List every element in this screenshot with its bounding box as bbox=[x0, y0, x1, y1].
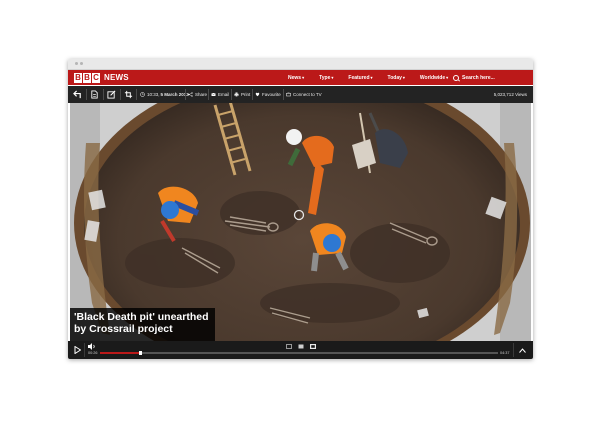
logo-section: NEWS bbox=[104, 73, 129, 82]
favourite-button[interactable]: Favourite bbox=[255, 86, 281, 103]
play-button[interactable] bbox=[70, 343, 85, 357]
timestamp-time: 10:33, bbox=[147, 92, 160, 97]
progress-bar[interactable] bbox=[100, 351, 498, 355]
menu-item-label: Today bbox=[387, 74, 402, 81]
browser-window: B B C NEWS News▾ Type▾ Featured▾ Today▾ … bbox=[68, 59, 533, 359]
email-label: Email bbox=[218, 92, 230, 97]
view-count: 5,023,712 Views bbox=[493, 92, 527, 97]
video-caption: 'Black Death pit' unearthed by Crossrail… bbox=[70, 308, 215, 343]
connect-tv-label: Connect to TV bbox=[293, 92, 322, 97]
print-button[interactable]: Print bbox=[234, 86, 250, 103]
print-label: Print bbox=[241, 92, 251, 97]
menu-item-label: Worldwide bbox=[419, 74, 446, 81]
menu-item-featured[interactable]: Featured▾ bbox=[348, 75, 372, 81]
menu-item-news[interactable]: News▾ bbox=[288, 75, 304, 81]
chevron-down-icon: ▾ bbox=[302, 74, 305, 80]
chevron-down-icon: ▾ bbox=[402, 74, 405, 80]
progress-handle[interactable] bbox=[138, 351, 142, 355]
progress-fill bbox=[100, 352, 140, 354]
tv-icon bbox=[286, 92, 291, 97]
heart-icon bbox=[255, 92, 260, 97]
edit-icon bbox=[107, 90, 116, 99]
back-arrow-icon bbox=[73, 90, 81, 99]
menu-item-worldwide[interactable]: Worldwide▾ bbox=[420, 75, 448, 81]
article-timestamp: 10:33, 5 March 2013 bbox=[140, 86, 189, 103]
bbc-news-logo[interactable]: B B C NEWS bbox=[74, 72, 129, 83]
clock-icon bbox=[140, 92, 145, 97]
logo-letter: B bbox=[83, 72, 91, 83]
search-label: Search here... bbox=[462, 74, 495, 81]
document-button[interactable] bbox=[88, 88, 101, 101]
share-button[interactable]: Share bbox=[188, 86, 207, 103]
back-button[interactable] bbox=[71, 88, 84, 101]
search-button[interactable]: Search here... bbox=[453, 70, 495, 85]
window-titlebar bbox=[68, 59, 533, 70]
fullscreen-icon[interactable] bbox=[310, 344, 316, 349]
document-icon bbox=[91, 90, 98, 99]
chevron-up-icon bbox=[518, 347, 526, 353]
menu-item-type[interactable]: Type▾ bbox=[319, 75, 333, 81]
settings-icon[interactable] bbox=[298, 344, 304, 349]
site-header: B B C NEWS News▾ Type▾ Featured▾ Today▾ … bbox=[68, 70, 533, 85]
menu-item-today[interactable]: Today▾ bbox=[388, 75, 405, 81]
window-dot-icon[interactable] bbox=[80, 62, 83, 65]
email-icon bbox=[211, 92, 216, 96]
connect-tv-button[interactable]: Connect to TV bbox=[286, 86, 322, 103]
menu-item-label: Type bbox=[319, 74, 331, 81]
share-label: Share bbox=[195, 92, 208, 97]
menu-item-label: Featured bbox=[348, 74, 370, 81]
main-menu: News▾ Type▾ Featured▾ Today▾ Worldwide▾ bbox=[288, 70, 463, 85]
video-controls: 00:26 04:37 bbox=[68, 341, 533, 359]
share-icon bbox=[188, 92, 193, 97]
logo-letter: B bbox=[74, 72, 82, 83]
chevron-down-icon: ▾ bbox=[331, 74, 334, 80]
elapsed-time: 00:26 bbox=[88, 351, 98, 355]
email-button[interactable]: Email bbox=[211, 86, 229, 103]
window-dot-icon[interactable] bbox=[75, 62, 78, 65]
menu-item-label: News bbox=[288, 74, 302, 81]
volume-icon[interactable] bbox=[88, 343, 96, 350]
chevron-down-icon: ▾ bbox=[370, 74, 373, 80]
favourite-label: Favourite bbox=[262, 92, 281, 97]
chevron-down-icon: ▾ bbox=[446, 74, 449, 80]
excavation-photo[interactable] bbox=[70, 103, 531, 341]
search-icon bbox=[453, 74, 459, 81]
total-time: 04:37 bbox=[500, 351, 510, 355]
print-icon bbox=[234, 92, 239, 97]
logo-letter: C bbox=[92, 72, 100, 83]
edit-button[interactable] bbox=[105, 88, 118, 101]
article-toolbar: 10:33, 5 March 2013 Share Email Print Fa… bbox=[68, 86, 533, 103]
crop-button[interactable] bbox=[122, 88, 135, 101]
captions-icon[interactable] bbox=[286, 344, 292, 349]
play-icon bbox=[74, 346, 81, 354]
expand-button[interactable] bbox=[513, 343, 530, 357]
crop-icon bbox=[124, 90, 133, 99]
